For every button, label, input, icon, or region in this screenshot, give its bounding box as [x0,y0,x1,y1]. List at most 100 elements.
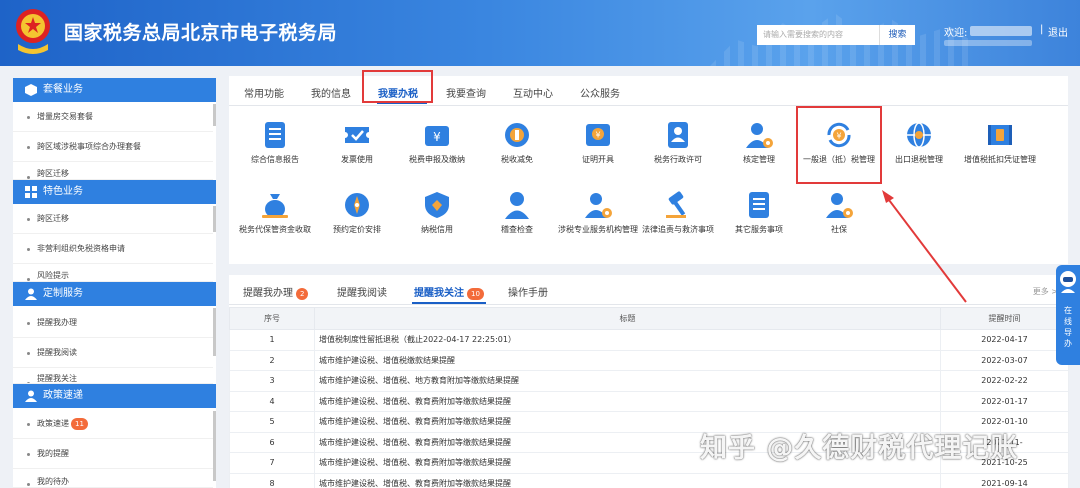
count-badge: 11 [71,418,88,430]
compass-icon [345,193,369,217]
tab-interaction[interactable]: 互动中心 [513,85,553,100]
row-date: 2021-09-14 [940,472,1069,488]
header-separator: | [1040,24,1044,35]
func-label: 综合信息报告 [251,155,299,164]
user-icon [25,390,37,402]
sidebar-item[interactable]: 提醒我办理 [13,308,213,338]
row-title[interactable]: 城市维护建设税、增值税、教育费附加等缴款结果提醒 [314,390,941,412]
func-export-refund[interactable]: 出口退税管理 [877,120,961,165]
tab-common[interactable]: 常用功能 [244,85,284,100]
sidebar-item[interactable]: 跨区迁移 [13,204,213,234]
func-other-services[interactable]: 其它服务事项 [717,190,801,235]
row-title[interactable]: 城市维护建设税、增值税缴款结果提醒 [314,349,941,371]
func-comprehensive-report[interactable]: 综合信息报告 [233,120,317,165]
func-invoice-use[interactable]: 发票使用 [315,120,399,165]
sidebar-item[interactable]: 我的提醒 [13,439,213,469]
row-title[interactable]: 增值税制度性留抵退税（截止2022-04-17 22:25:01） [314,329,941,351]
svg-text:¥: ¥ [433,130,441,144]
sidebar-item[interactable]: 风险提示 [13,264,213,282]
sidebar-item[interactable]: 跨区域涉税事项综合办理套餐 [13,132,213,162]
sidebar-section-policy[interactable]: 政策速递 [13,384,216,408]
func-label: 税务代保管资金收取 [239,225,311,234]
count-badge: 2 [296,288,309,300]
logout-link[interactable]: 退出 [1048,24,1068,39]
func-certificate[interactable]: ¥ 证明开具 [556,120,640,165]
document-list-icon [749,192,769,218]
money-bag-icon [262,194,288,218]
func-custody-funds[interactable]: 税务代保管资金收取 [233,190,317,235]
grid-icon [25,186,37,198]
func-label: 增值税抵扣凭证管理 [964,155,1036,164]
more-link[interactable]: 更多 > [1033,286,1058,297]
table-row[interactable]: 4 城市维护建设税、增值税、教育费附加等缴款结果提醒 2022-01-17 [229,390,1069,412]
invoice-stamp-icon [988,125,1012,145]
tab-remind-read[interactable]: 提醒我阅读 [337,284,387,299]
table-header-row: 序号 标题 提醒时间 [229,307,1069,330]
sidebar: 套餐业务 增量房交易套餐 跨区域涉税事项综合办理套餐 跨区迁移 特色业务 跨区迁… [13,78,216,488]
column-header: 提醒时间 [940,307,1069,330]
sidebar-item[interactable]: 提醒我关注 [13,368,213,384]
func-legal-remedy[interactable]: 法律追责与救济事项 [636,190,720,235]
func-assessment[interactable]: 核定管理 [717,120,801,165]
func-social-security[interactable]: 社保 [797,190,881,235]
count-badge: 10 [467,288,484,300]
sidebar-section-custom[interactable]: 定制服务 [13,282,216,306]
func-admin-permit[interactable]: 税务行政许可 [636,120,720,165]
func-label: 法律追责与救济事项 [642,225,714,234]
assistant-avatar-icon [1060,271,1076,293]
sidebar-section-title: 政策速递 [43,390,83,401]
row-date: 2022-02-22 [940,370,1069,392]
tab-remind-follow[interactable]: 提醒我关注 10 [414,284,484,300]
row-title[interactable]: 城市维护建设税、增值税、地方教育附加等缴款结果提醒 [314,370,941,392]
scrollbar[interactable] [213,308,216,356]
top-header: 国家税务总局北京市电子税务局 请输入需要搜索的内容 搜索 欢迎: | 退出 [0,0,1080,66]
sidebar-item[interactable]: 增量房交易套餐 [13,102,213,132]
tab-remind-handle[interactable]: 提醒我办理 2 [243,284,309,300]
tab-public-service[interactable]: 公众服务 [580,85,620,100]
online-guide-button[interactable]: 在线导办 [1056,265,1080,365]
scrollbar[interactable] [213,104,216,126]
func-label: 纳税信用 [421,225,453,234]
tab-query[interactable]: 我要查询 [446,85,486,100]
sidebar-item[interactable]: 跨区迁移 [13,162,213,180]
func-inspection[interactable]: 稽查检查 [475,190,559,235]
sidebar-section-title: 套餐业务 [43,84,83,95]
tax-emblem-logo [16,9,50,54]
watermark-text: 知乎 @久德财税代理记账 [700,433,1019,464]
sidebar-section-title: 特色业务 [43,186,83,197]
tab-manual[interactable]: 操作手册 [508,284,548,299]
table-row[interactable]: 2 城市维护建设税、增值税缴款结果提醒 2022-03-07 [229,349,1069,371]
scrollbar[interactable] [213,206,216,232]
id-card-icon [668,122,688,148]
func-tax-relief[interactable]: 税收减免 [475,120,559,165]
sidebar-item[interactable]: 非营利组织免税资格申请 [13,234,213,264]
tab-my-info[interactable]: 我的信息 [311,85,351,100]
sidebar-section-package[interactable]: 套餐业务 [13,78,216,102]
row-title[interactable]: 城市维护建设税、增值税、教育费附加等缴款结果提醒 [314,472,941,488]
func-professional-service[interactable]: 涉税专业服务机构管理 [556,190,640,235]
username-masked [970,26,1032,36]
row-number: 5 [229,411,315,433]
user-icon [25,288,37,300]
column-header: 序号 [229,307,315,330]
sidebar-item[interactable]: 提醒我阅读 [13,338,213,368]
search-button[interactable]: 搜索 [879,25,915,45]
func-declare-pay[interactable]: ¥ 税费申报及缴纳 [395,120,479,165]
table-row[interactable]: 3 城市维护建设税、增值税、地方教育附加等缴款结果提醒 2022-02-22 [229,370,1069,392]
sidebar-item[interactable]: 我的待办 [13,469,213,488]
welcome-label: 欢迎: [944,28,968,39]
sidebar-item-policy[interactable]: 政策速递 11 [13,409,213,439]
func-label: 预约定价安排 [333,225,381,234]
func-pricing-arrangement[interactable]: 预约定价安排 [315,190,399,235]
search-input[interactable]: 请输入需要搜索的内容 [757,25,879,45]
table-row[interactable]: 1 增值税制度性留抵退税（截止2022-04-17 22:25:01） 2022-0… [229,329,1069,351]
sidebar-section-featured[interactable]: 特色业务 [13,180,216,204]
func-vat-deduction[interactable]: 增值税抵扣凭证管理 [958,120,1042,165]
func-label: 税费申报及缴纳 [409,155,465,164]
table-row[interactable]: 8 城市维护建设税、增值税、教育费附加等缴款结果提醒 2021-09-14 [229,472,1069,488]
row-number: 6 [229,431,315,453]
func-label: 税务行政许可 [654,155,702,164]
func-tax-credit[interactable]: 纳税信用 [395,190,479,235]
scrollbar[interactable] [213,411,216,481]
sidebar-item-label: 政策速递 [37,419,69,428]
